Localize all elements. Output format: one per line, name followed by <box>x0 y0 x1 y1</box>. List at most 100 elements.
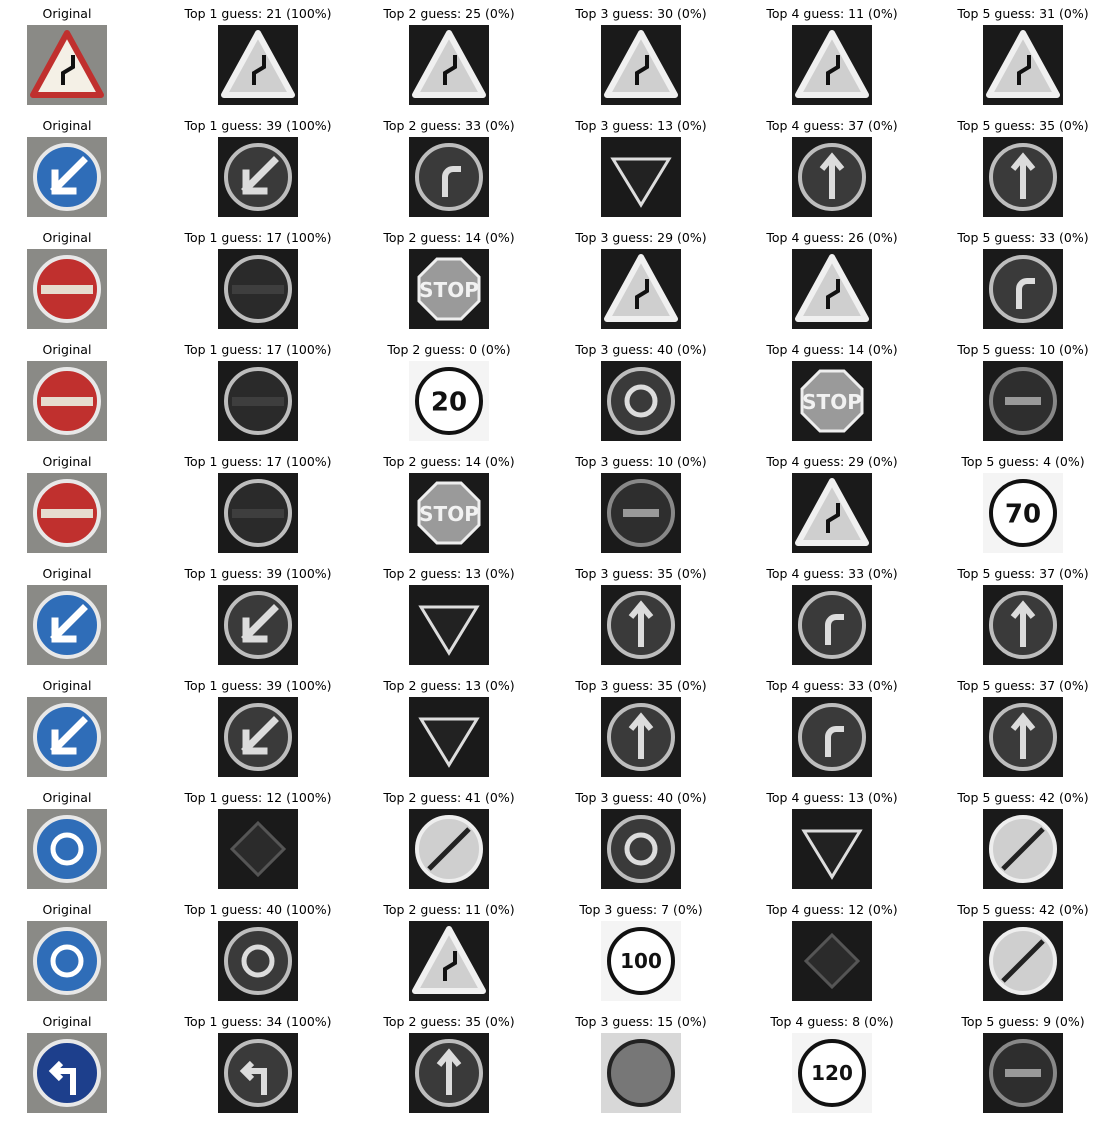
stop-sign-icon: STOP <box>409 249 489 329</box>
guess-title: Top 3 guess: 35 (0%) <box>575 566 707 581</box>
guess-cell-3: Top 3 guess: 40 (0%) <box>551 789 731 889</box>
original-cell: Original <box>0 789 157 889</box>
guess-title: Top 1 guess: 39 (100%) <box>184 678 332 693</box>
guess-title: Top 5 guess: 42 (0%) <box>957 790 1089 805</box>
guess-title: Top 3 guess: 29 (0%) <box>575 230 707 245</box>
guess-title: Top 2 guess: 14 (0%) <box>383 454 515 469</box>
guess-title: Top 2 guess: 33 (0%) <box>383 118 515 133</box>
turn-right-ahead-sign-icon <box>983 249 1063 329</box>
guess-cell-4: Top 4 guess: 14 (0%) STOP <box>742 341 922 441</box>
guess-title: Top 1 guess: 34 (100%) <box>184 1014 332 1029</box>
right-of-way-warning-sign-icon <box>409 921 489 1001</box>
guess-cell-3: Top 3 guess: 13 (0%) <box>551 117 731 217</box>
no-passing-trucks-sign-icon <box>983 361 1063 441</box>
guess-title: Top 3 guess: 7 (0%) <box>579 902 703 917</box>
yield-sign-icon <box>601 137 681 217</box>
speed-limit-sign-icon: 20 <box>409 361 489 441</box>
guess-cell-3: Top 3 guess: 35 (0%) <box>551 565 731 665</box>
bicycles-crossing-warning-sign-icon <box>601 249 681 329</box>
double-curve-warning-sign-icon <box>218 25 298 105</box>
guess-title: Top 2 guess: 11 (0%) <box>383 902 515 917</box>
guess-title: Top 3 guess: 40 (0%) <box>575 790 707 805</box>
keep-left-sign-icon <box>27 137 107 217</box>
original-cell: Original <box>0 5 157 105</box>
guess-cell-3: Top 3 guess: 15 (0%) <box>551 1013 731 1113</box>
guess-title: Top 4 guess: 29 (0%) <box>766 454 898 469</box>
guess-cell-1: Top 1 guess: 17 (100%) <box>168 453 348 553</box>
guess-cell-1: Top 1 guess: 34 (100%) <box>168 1013 348 1113</box>
ahead-only-sign-icon <box>409 1033 489 1113</box>
no-vehicles-sign-icon <box>601 1033 681 1113</box>
speed-limit-sign-icon: 100 <box>601 921 681 1001</box>
no-entry-sign-icon <box>27 249 107 329</box>
go-straight-or-left-sign-icon <box>983 697 1063 777</box>
original-cell: Original <box>0 229 157 329</box>
keep-left-sign-icon <box>27 697 107 777</box>
stop-sign-icon: STOP <box>792 361 872 441</box>
guess-title: Top 4 guess: 33 (0%) <box>766 678 898 693</box>
guess-cell-2: Top 2 guess: 25 (0%) <box>359 5 539 105</box>
original-title: Original <box>42 230 92 245</box>
guess-title: Top 1 guess: 17 (100%) <box>184 342 332 357</box>
guess-title: Top 2 guess: 35 (0%) <box>383 1014 515 1029</box>
double-curve-warning-sign-icon <box>27 25 107 105</box>
animals-crossing-warning-sign-icon <box>983 25 1063 105</box>
turn-left-ahead-sign-icon <box>218 1033 298 1113</box>
prediction-grid: Original Top 1 guess: 21 (100%) Top 2 gues… <box>0 0 1094 1134</box>
keep-left-sign-icon <box>218 697 298 777</box>
guess-cell-5: Top 5 guess: 42 (0%) <box>933 901 1094 1001</box>
speed-limit-sign-icon: 70 <box>983 473 1063 553</box>
guess-cell-2: Top 2 guess: 11 (0%) <box>359 901 539 1001</box>
no-passing-sign-icon <box>983 1033 1063 1113</box>
turn-right-ahead-sign-icon <box>409 137 489 217</box>
guess-cell-1: Top 1 guess: 40 (100%) <box>168 901 348 1001</box>
original-title: Original <box>42 454 92 469</box>
guess-cell-1: Top 1 guess: 12 (100%) <box>168 789 348 889</box>
no-passing-trucks-sign-icon <box>601 473 681 553</box>
original-cell: Original <box>0 901 157 1001</box>
guess-title: Top 5 guess: 33 (0%) <box>957 230 1089 245</box>
original-cell: Original <box>0 1013 157 1113</box>
original-cell: Original <box>0 677 157 777</box>
guess-title: Top 1 guess: 17 (100%) <box>184 454 332 469</box>
roundabout-sign-icon <box>27 809 107 889</box>
guess-title: Top 5 guess: 42 (0%) <box>957 902 1089 917</box>
guess-cell-1: Top 1 guess: 39 (100%) <box>168 117 348 217</box>
priority-road-sign-icon <box>218 809 298 889</box>
guess-cell-2: Top 2 guess: 14 (0%) STOP <box>359 453 539 553</box>
guess-title: Top 5 guess: 35 (0%) <box>957 118 1089 133</box>
turn-left-ahead-sign-icon <box>27 1033 107 1113</box>
guess-title: Top 2 guess: 0 (0%) <box>387 342 511 357</box>
original-title: Original <box>42 678 92 693</box>
turn-right-ahead-sign-icon <box>792 585 872 665</box>
ahead-only-sign-icon <box>601 697 681 777</box>
road-work-warning-sign-icon <box>409 25 489 105</box>
priority-road-sign-icon <box>792 921 872 1001</box>
guess-title: Top 2 guess: 41 (0%) <box>383 790 515 805</box>
guess-cell-1: Top 1 guess: 39 (100%) <box>168 677 348 777</box>
svg-text:70: 70 <box>1005 499 1041 529</box>
guess-cell-3: Top 3 guess: 35 (0%) <box>551 677 731 777</box>
stop-sign-icon: STOP <box>409 473 489 553</box>
guess-title: Top 3 guess: 15 (0%) <box>575 1014 707 1029</box>
original-title: Original <box>42 902 92 917</box>
original-title: Original <box>42 566 92 581</box>
no-entry-sign-icon <box>218 249 298 329</box>
guess-cell-4: Top 4 guess: 12 (0%) <box>742 901 922 1001</box>
guess-title: Top 5 guess: 4 (0%) <box>961 454 1085 469</box>
guess-title: Top 3 guess: 30 (0%) <box>575 6 707 21</box>
guess-cell-3: Top 3 guess: 10 (0%) <box>551 453 731 553</box>
speed-limit-sign-icon: 120 <box>792 1033 872 1113</box>
roundabout-sign-icon <box>601 809 681 889</box>
guess-cell-5: Top 5 guess: 37 (0%) <box>933 565 1094 665</box>
guess-title: Top 5 guess: 37 (0%) <box>957 566 1089 581</box>
guess-title: Top 1 guess: 17 (100%) <box>184 230 332 245</box>
roundabout-sign-icon <box>601 361 681 441</box>
go-straight-or-left-sign-icon <box>792 137 872 217</box>
guess-cell-4: Top 4 guess: 26 (0%) <box>742 229 922 329</box>
guess-cell-5: Top 5 guess: 9 (0%) <box>933 1013 1094 1113</box>
guess-cell-2: Top 2 guess: 14 (0%) STOP <box>359 229 539 329</box>
yield-sign-icon <box>409 585 489 665</box>
guess-cell-3: Top 3 guess: 7 (0%) 100 <box>551 901 731 1001</box>
guess-cell-2: Top 2 guess: 0 (0%) 20 <box>359 341 539 441</box>
